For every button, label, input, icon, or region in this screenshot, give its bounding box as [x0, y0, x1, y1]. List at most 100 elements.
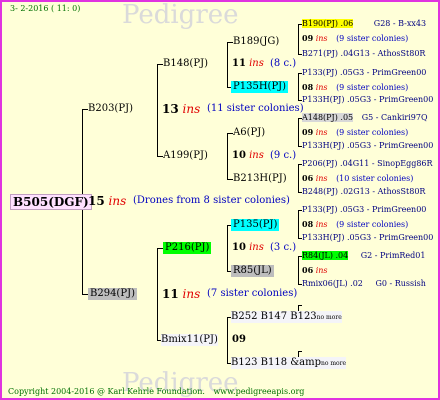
root-year: 15 ins — [88, 194, 126, 208]
gen4-year: 08 — [302, 82, 314, 92]
gen4-ins: ins — [315, 220, 328, 229]
gen4-queen-line[interactable]: P133(PJ) .05G3 - PrimGreen00 — [302, 68, 426, 78]
gen4-year: 08 — [302, 219, 314, 229]
gen4-year-line: 09 ins (9 sister colonies) — [302, 33, 408, 44]
connector — [298, 210, 299, 238]
connector — [227, 317, 228, 363]
gen4-year-line: 06 ins — [302, 265, 328, 276]
gen3-queen-b123[interactable]: B123 B118 &ampno more — [231, 357, 347, 369]
gen4-drone-line[interactable]: Rmix06(JL) .02 G0 - Russish — [302, 279, 426, 289]
gen2-ins: ins — [249, 58, 264, 69]
gen1-note: (11 sister colonies) — [207, 103, 304, 114]
connector — [298, 24, 299, 54]
gen4-note: (9 sister colonies) — [336, 128, 409, 137]
gen2-queen-a199[interactable]: A199(PJ) — [163, 150, 208, 162]
gen4-year-line: 09 ins (9 sister colonies) — [302, 127, 408, 138]
gen1-note: (7 sister colonies) — [207, 288, 298, 299]
gen4-ins: ins — [315, 128, 328, 137]
gen4-drone-line[interactable]: P133H(PJ) .05G3 - PrimGreen00 — [302, 95, 433, 105]
gen1-ins: ins — [182, 102, 201, 116]
gen2-ins: ins — [249, 150, 264, 161]
gen4-queen-id: R84(JL) .04 — [302, 251, 349, 260]
gen4-queen-id: A148(PJ) .05 — [302, 113, 354, 122]
gen2-year-number: 10 — [232, 150, 246, 161]
gen3-queen-p135[interactable]: P135(PJ) — [231, 219, 280, 231]
connector — [298, 118, 299, 146]
connector — [298, 164, 299, 192]
gen2-year-number: 10 — [232, 242, 246, 253]
gen1-year: 13 ins — [162, 102, 200, 116]
gen2-queen-p216[interactable]: P216(PJ) — [163, 242, 212, 254]
gen4-note: (9 sister colonies) — [336, 34, 409, 43]
gen3-queen-b252[interactable]: B252 B147 B123no more — [231, 311, 342, 323]
gen3-queen-b189[interactable]: B189(JG) — [233, 36, 279, 48]
gen2-year-number: 11 — [232, 58, 246, 69]
pedigree-panel: Pedigree Pedigree 3- 2-2016 ( 11: 0) B50 — [0, 0, 440, 400]
gen3-queen-b213h[interactable]: B213H(PJ) — [233, 173, 287, 185]
gen1-queen-b203[interactable]: B203(PJ) — [88, 103, 133, 115]
gen2-ins: ins — [249, 242, 264, 253]
root-queen-id[interactable]: B505(DGF) — [10, 194, 92, 210]
no-more-tag: no more — [316, 314, 342, 321]
gen4-drone-line[interactable]: B248(PJ) .02G13 - AthosSt80R — [302, 187, 425, 197]
root-ins: ins — [108, 194, 127, 208]
header-date: 3- 2-2016 ( 11: 0) — [10, 4, 81, 13]
connector — [227, 133, 228, 179]
gen4-note: (9 sister colonies) — [336, 220, 409, 229]
footer-copyright: Copyright 2004-2016 @ Karl Kehrle Founda… — [8, 387, 304, 397]
gen2-year: 10 ins — [232, 150, 264, 162]
gen3-queen-id: B252 B147 B123 — [231, 311, 317, 322]
gen3-queen-r85[interactable]: R85(JL) — [231, 265, 274, 277]
gen4-year: 06 — [302, 173, 314, 183]
gen2-queen-bmix11[interactable]: Bmix11(PJ) — [161, 334, 218, 346]
gen4-line: G28 - B-xx43 — [373, 19, 427, 28]
connector — [298, 73, 299, 100]
gen4-queen-line[interactable]: A148(PJ) .05 G5 - Cankiri97Q — [302, 113, 428, 123]
gen4-drone-line[interactable]: P133H(PJ) .05G3 - PrimGreen00 — [302, 141, 433, 151]
gen1-year-number: 11 — [162, 287, 179, 301]
gen3-queen-id: B123 B118 &amp — [231, 357, 321, 368]
gen3-queen-a6[interactable]: A6(PJ) — [233, 127, 265, 139]
gen4-drone-line[interactable]: B271(PJ) .04G13 - AthosSt80R — [302, 49, 425, 59]
gen4-queen-line[interactable]: P133(PJ) .05G3 - PrimGreen00 — [302, 205, 426, 215]
gen4-drone-id: Rmix06(JL) .02 — [302, 279, 363, 288]
gen4-year: 06 — [302, 265, 314, 275]
gen4-ins: ins — [315, 83, 328, 92]
gen4-drone-line-name: G0 - Russish — [375, 279, 426, 288]
gen2-note: (3 c.) — [270, 242, 297, 253]
gen4-line: G5 - Cankiri97Q — [361, 113, 428, 122]
gen4-line: G2 - PrimRed01 — [360, 251, 426, 260]
gen4-year: 09 — [302, 127, 314, 137]
gen4-queen-line[interactable]: P206(PJ) .04G11 - SinopEgg86R — [302, 159, 433, 169]
gen4-drone-line[interactable]: P133H(PJ) .05G3 - PrimGreen00 — [302, 233, 433, 243]
gen1-year: 11 ins — [162, 287, 200, 301]
gen4-year-line: 08 ins (9 sister colonies) — [302, 82, 408, 93]
gen1-year-number: 13 — [162, 102, 179, 116]
connector — [227, 225, 228, 271]
connector — [298, 351, 302, 352]
gen3-queen-p135h[interactable]: P135H(PJ) — [231, 81, 289, 93]
gen4-year-line: 06 ins (10 sister colonies) — [302, 173, 413, 184]
copyright-text: Copyright 2004-2016 @ Karl Kehrle Founda… — [8, 387, 205, 396]
gen4-queen-line[interactable]: B190(PJ) .06 G28 - B-xx43 — [302, 19, 426, 29]
connector — [157, 248, 158, 340]
gen4-ins: ins — [315, 34, 328, 43]
gen1-queen-b294[interactable]: B294(PJ) — [88, 288, 137, 300]
no-more-tag: no more — [320, 360, 347, 367]
gen2-year: 11 ins — [232, 58, 264, 70]
gen4-note: (10 sister colonies) — [336, 174, 414, 183]
root-year-number: 15 — [88, 194, 105, 208]
gen2-note: (8 c.) — [270, 58, 297, 69]
gen2-year: 10 ins — [232, 242, 264, 254]
gen4-year: 09 — [302, 33, 314, 43]
gen2-year-number: 09 — [232, 334, 246, 345]
gen4-ins: ins — [315, 174, 328, 183]
gen2-queen-b148[interactable]: B148(PJ) — [163, 58, 208, 70]
connector — [227, 42, 228, 87]
gen4-queen-line[interactable]: R84(JL) .04 G2 - PrimRed01 — [302, 251, 425, 261]
gen4-queen-id: B190(PJ) .06 — [302, 19, 354, 28]
gen1-ins: ins — [182, 287, 201, 301]
gen4-ins: ins — [315, 266, 328, 275]
site-link[interactable]: www.pedigreeapis.org — [213, 387, 304, 396]
watermark-text: Pedigree — [122, 0, 239, 30]
